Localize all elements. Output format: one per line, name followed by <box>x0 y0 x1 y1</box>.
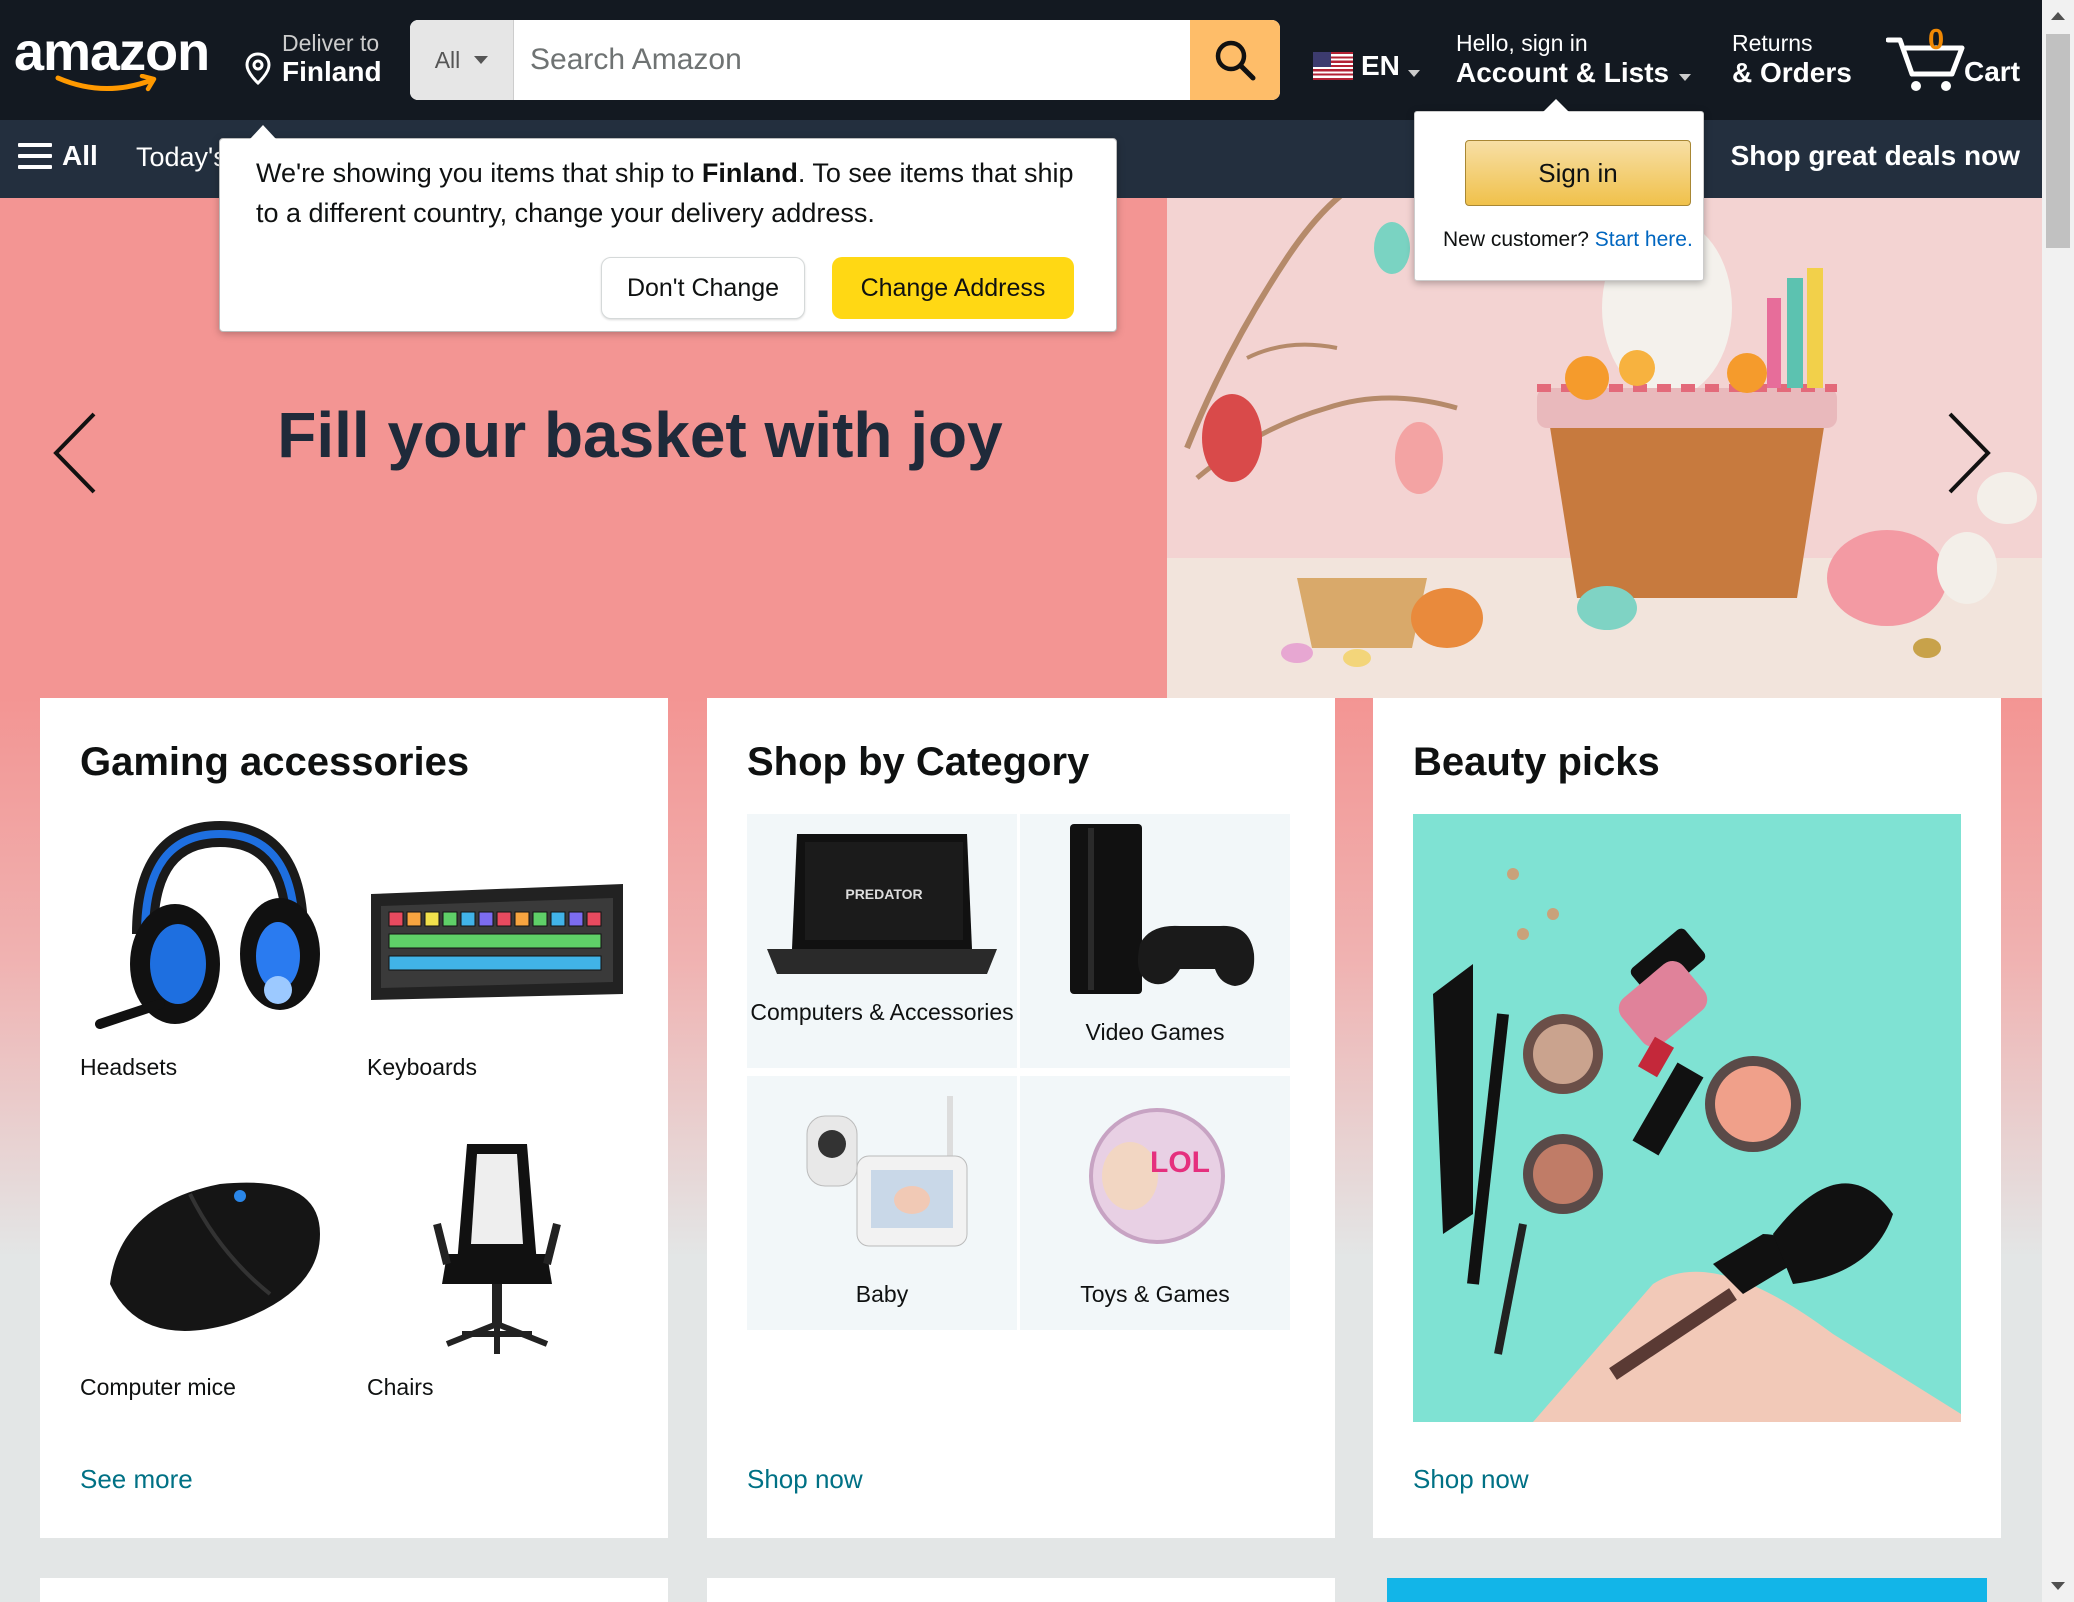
popover-tip <box>250 125 276 139</box>
next-row-card <box>40 1578 668 1602</box>
account-lists-label: Account & Lists <box>1456 57 1670 88</box>
returns-label: Returns <box>1732 30 1813 56</box>
card-shop-by-category: Shop by Category PREDATOR Computers & Ac… <box>707 698 1335 1538</box>
cart-count: 0 <box>1928 24 1945 56</box>
see-more-link[interactable]: See more <box>80 1464 193 1495</box>
grid-item-keyboards[interactable]: Keyboards <box>367 814 627 1080</box>
grid-item-headsets[interactable]: Headsets <box>80 814 340 1080</box>
grid-item-label: Keyboards <box>367 1054 477 1080</box>
search-input[interactable] <box>514 20 1190 100</box>
sign-in-button[interactable]: Sign in <box>1465 140 1691 206</box>
next-row-card <box>1387 1578 1987 1602</box>
vertical-scrollbar[interactable] <box>2042 0 2074 1602</box>
grid-item-label: Headsets <box>80 1054 178 1080</box>
card-gaming-accessories: Gaming accessories Headsets Keyboards Co… <box>40 698 668 1538</box>
category-tile-computers[interactable]: PREDATOR Computers & Accessories <box>747 814 1017 1068</box>
category-tile-toys-games[interactable]: LOL Toys & Games <box>1020 1076 1290 1330</box>
toy-ball-image: LOL <box>1089 1108 1225 1244</box>
shop-great-deals-link[interactable]: Shop great deals now <box>1731 140 2020 172</box>
orders-label: & Orders <box>1732 57 1852 88</box>
category-label: Computers & Accessories <box>750 999 1014 1025</box>
deliver-to-label: Deliver to <box>282 30 380 56</box>
card-title: Beauty picks <box>1413 740 1660 784</box>
dont-change-button[interactable]: Don't Change <box>601 257 805 319</box>
top-header: amazon Deliver to Finland All EN <box>0 0 2042 120</box>
search-category-dropdown[interactable]: All <box>410 20 514 100</box>
category-label: Video Games <box>1085 1019 1225 1045</box>
gaming-chair-image <box>433 1144 561 1354</box>
amazon-logo[interactable]: amazon <box>14 22 214 102</box>
scroll-down-arrow-icon[interactable] <box>2042 1570 2074 1602</box>
card-title: Gaming accessories <box>80 740 470 784</box>
grid-item-label: Chairs <box>367 1374 434 1400</box>
search-submit-button[interactable] <box>1190 20 1280 100</box>
search-icon <box>1215 40 1256 81</box>
svg-text:LOL: LOL <box>1150 1146 1210 1179</box>
hamburger-menu-icon <box>18 143 52 169</box>
signin-popover: Sign in New customer? Start here. <box>1414 99 1704 281</box>
returns-and-orders[interactable]: Returns & Orders <box>1732 30 1852 89</box>
grid-item-label: Computer mice <box>80 1374 236 1400</box>
new-customer-text: New customer? Start here. <box>1443 228 1693 251</box>
location-pin-icon <box>245 52 271 86</box>
all-menu-label: All <box>62 140 98 171</box>
caret-down-icon <box>1679 73 1692 81</box>
category-tile-baby[interactable]: Baby <box>747 1076 1017 1330</box>
headset-image <box>95 820 320 1029</box>
makeup-image <box>1433 868 1961 1422</box>
caret-down-icon <box>1407 69 1420 77</box>
svg-text:PREDATOR: PREDATOR <box>845 886 922 902</box>
shop-now-link[interactable]: Shop now <box>1413 1464 1529 1495</box>
card-beauty-picks: Beauty picks Shop now <box>1373 698 2001 1538</box>
carousel-prev-arrow-icon[interactable] <box>44 408 104 498</box>
next-row-card <box>707 1578 1335 1602</box>
logo-wordmark: amazon <box>14 22 210 82</box>
deliver-to-country: Finland <box>282 56 382 87</box>
category-tile-video-games[interactable]: Video Games <box>1020 814 1290 1068</box>
category-label: Baby <box>855 1281 909 1307</box>
shop-now-link[interactable]: Shop now <box>747 1464 863 1495</box>
beauty-products-image[interactable] <box>1413 814 1961 1422</box>
language-selector[interactable]: EN <box>1313 50 1420 82</box>
mouse-image <box>110 1182 320 1331</box>
carousel-next-arrow-icon[interactable] <box>1940 408 2000 498</box>
scroll-up-arrow-icon[interactable] <box>2042 0 2074 32</box>
language-code: EN <box>1361 50 1400 81</box>
all-menu-button[interactable]: All <box>18 140 98 172</box>
delivery-location-message: We're showing you items that ship to Fin… <box>256 158 1074 228</box>
scrollbar-thumb[interactable] <box>2046 34 2070 248</box>
search-bar: All <box>410 20 1280 100</box>
category-label: Toys & Games <box>1080 1281 1230 1307</box>
keyboard-image <box>371 884 623 1000</box>
account-and-lists[interactable]: Hello, sign in Account & Lists <box>1456 30 1692 89</box>
game-console-image <box>1070 824 1255 994</box>
delivery-location-popover: We're showing you items that ship to Fin… <box>219 125 1117 332</box>
baby-monitor-image <box>806 1096 968 1247</box>
us-flag-icon <box>1313 52 1353 80</box>
start-here-link[interactable]: Start here. <box>1595 228 1693 251</box>
logo-smile-icon <box>55 74 157 92</box>
search-category-label: All <box>434 46 461 73</box>
hero-headline[interactable]: Fill your basket with joy <box>200 398 1080 472</box>
cart-label: Cart <box>1964 56 2021 87</box>
cart-icon <box>1886 37 1965 91</box>
laptop-image: PREDATOR <box>767 834 997 974</box>
grid-item-computer-mice[interactable]: Computer mice <box>80 1134 340 1400</box>
account-greeting: Hello, sign in <box>1456 30 1588 56</box>
caret-down-icon <box>474 56 489 64</box>
popover-tip <box>1543 99 1569 112</box>
change-address-button[interactable]: Change Address <box>832 257 1074 319</box>
grid-item-chairs[interactable]: Chairs <box>367 1134 627 1400</box>
cart-button[interactable]: 0 Cart <box>1886 22 2026 98</box>
card-title: Shop by Category <box>747 740 1090 784</box>
todays-deals-link[interactable]: Today's <box>136 142 227 173</box>
